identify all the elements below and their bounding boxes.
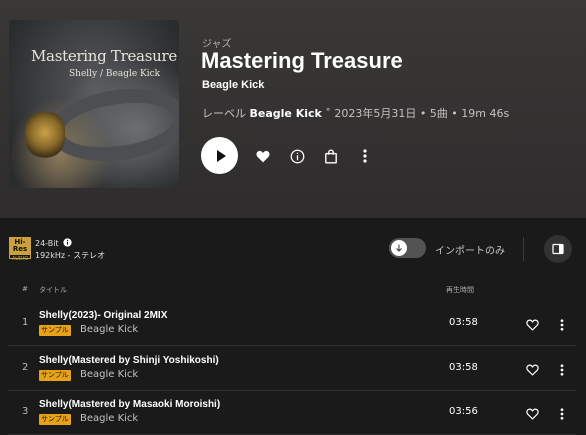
track-more-button[interactable] xyxy=(560,316,570,331)
column-header-title: タイトル xyxy=(39,286,67,294)
more-vertical-icon xyxy=(560,364,564,376)
album-meta: レーベル Beagle Kick ˚ 2023年5月31日 • 5曲 • 19m… xyxy=(202,105,509,121)
more-vertical-icon xyxy=(363,149,367,163)
track-more-button[interactable] xyxy=(560,405,570,420)
track-number: 3 xyxy=(22,406,29,417)
sample-badge: サンプル xyxy=(39,325,71,336)
cover-title: Mastering Treasure xyxy=(31,47,177,65)
track-artist[interactable]: Beagle Kick xyxy=(80,413,138,424)
hires-badge-bottom: AUDIO xyxy=(11,256,29,262)
more-options-button[interactable] xyxy=(356,147,374,165)
heart-icon xyxy=(256,150,270,162)
column-header-number: # xyxy=(22,285,28,293)
hires-badge-top: Hi-Res xyxy=(10,238,30,255)
play-button[interactable] xyxy=(201,137,238,174)
album-title: Mastering Treasure xyxy=(201,48,403,73)
sample-badge: サンプル xyxy=(39,370,71,381)
import-only-label: インポートのみ xyxy=(435,246,505,257)
info-icon xyxy=(290,149,304,163)
download-arrow-icon xyxy=(391,240,407,256)
album-header: Mastering Treasure Shelly / Beagle Kick … xyxy=(0,0,586,218)
bit-depth: 24-Bit xyxy=(35,238,72,248)
play-icon xyxy=(216,149,226,162)
album-cover[interactable]: Mastering Treasure Shelly / Beagle Kick xyxy=(9,20,179,188)
album-artist[interactable]: Beagle Kick xyxy=(202,79,264,91)
import-only-toggle[interactable] xyxy=(389,238,426,258)
column-header-duration: 再生時間 xyxy=(446,286,474,294)
track-title[interactable]: Shelly(Mastered by Shinji Yoshikoshi) xyxy=(39,355,219,366)
track-row[interactable]: 1 Shelly(2023)- Original 2MIX サンプル Beagl… xyxy=(8,302,576,346)
track-row[interactable]: 2 Shelly(Mastered by Shinji Yoshikoshi) … xyxy=(8,347,576,391)
side-panel-icon xyxy=(552,243,564,255)
cover-subtitle: Shelly / Beagle Kick xyxy=(69,69,161,79)
track-favorite-button[interactable] xyxy=(526,361,540,376)
hires-audio-badge: Hi-Res AUDIO xyxy=(9,237,31,262)
album-meta-rest: ˚ 2023年5月31日 • 5曲 • 19m 46s xyxy=(321,107,510,120)
cover-ring-artwork xyxy=(44,80,179,170)
track-duration: 03:56 xyxy=(449,406,478,417)
heart-outline-icon xyxy=(526,319,539,331)
track-artist[interactable]: Beagle Kick xyxy=(80,324,138,335)
heart-outline-icon xyxy=(526,408,539,420)
cover-ornament-artwork xyxy=(25,112,65,158)
track-row[interactable]: 3 Shelly(Mastered by Masaoki Moroishi) サ… xyxy=(8,391,576,435)
track-more-button[interactable] xyxy=(560,361,570,376)
info-button[interactable] xyxy=(288,147,306,165)
sample-rate: 192kHz - ステレオ xyxy=(35,251,106,260)
track-favorite-button[interactable] xyxy=(526,405,540,420)
track-title[interactable]: Shelly(Mastered by Masaoki Moroishi) xyxy=(39,399,220,410)
track-duration: 03:58 xyxy=(449,362,478,373)
favorite-button[interactable] xyxy=(254,147,272,165)
track-duration: 03:58 xyxy=(449,317,478,328)
label-prefix: レーベル xyxy=(202,107,246,120)
toolbar-divider xyxy=(523,237,524,261)
info-filled-icon[interactable] xyxy=(63,238,72,247)
track-favorite-button[interactable] xyxy=(526,316,540,331)
bit-depth-text: 24-Bit xyxy=(35,239,59,248)
more-vertical-icon xyxy=(560,319,564,331)
purchase-button[interactable] xyxy=(322,147,340,165)
sample-badge: サンプル xyxy=(39,414,71,425)
label-name[interactable]: Beagle Kick xyxy=(250,107,322,120)
track-artist[interactable]: Beagle Kick xyxy=(80,369,138,380)
heart-outline-icon xyxy=(526,364,539,376)
track-title[interactable]: Shelly(2023)- Original 2MIX xyxy=(39,310,167,321)
side-panel-button[interactable] xyxy=(544,235,572,263)
bag-icon xyxy=(325,148,337,164)
track-number: 2 xyxy=(22,362,29,373)
track-number: 1 xyxy=(22,317,29,328)
more-vertical-icon xyxy=(560,408,564,420)
